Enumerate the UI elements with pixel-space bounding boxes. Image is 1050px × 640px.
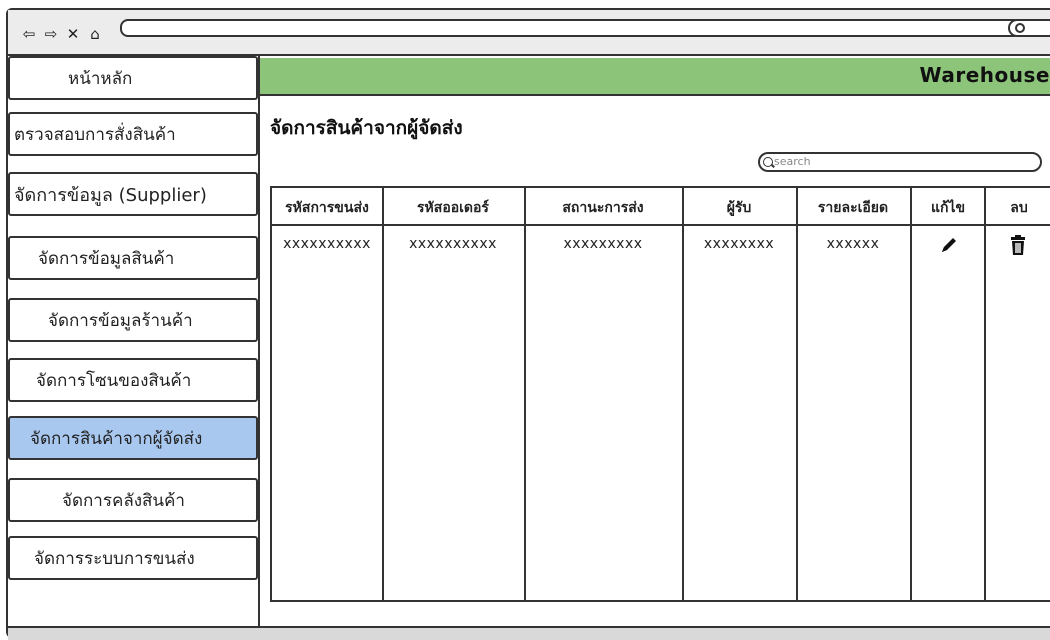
table-cell: xxxxxxxxxx: [283, 236, 371, 252]
table-cell: xxxxxxxxxx: [409, 236, 497, 252]
sidebar-item-label: จัดการโซนของสินค้า: [36, 370, 192, 391]
sidebar: หน้าหลัก ตรวจสอบการสั่งสินค้า จัดการข้อม…: [8, 56, 260, 626]
sidebar-item-label: จัดการสินค้าจากผู้จัดส่ง: [30, 428, 203, 449]
search-icon: [763, 157, 773, 167]
sidebar-item-supplier-goods[interactable]: จัดการสินค้าจากผู้จัดส่ง: [8, 416, 258, 460]
search-input[interactable]: search: [758, 152, 1042, 172]
sidebar-item-products[interactable]: จัดการข้อมูลสินค้า: [8, 236, 258, 280]
edit-pencil-icon[interactable]: [938, 234, 960, 256]
col-header-status: สถานะการส่ง: [562, 200, 644, 216]
search-placeholder: search: [774, 155, 811, 168]
table-cell: xxxxxx: [826, 236, 880, 252]
forward-icon[interactable]: ⇨: [42, 26, 60, 42]
search-toggle-icon[interactable]: [1008, 19, 1050, 37]
col-header-recipient: ผู้รับ: [726, 200, 752, 216]
sidebar-item-label: จัดการระบบการขนส่ง: [34, 548, 195, 569]
col-header-details: รายละเอียด: [817, 200, 889, 216]
home-icon[interactable]: ⌂: [86, 26, 104, 42]
nav-controls: ⇦ ⇨ ✕ ⌂: [20, 26, 104, 42]
col-header-order-code: รหัสออเดอร์: [417, 200, 489, 216]
table-cell: xxxxxxxxx: [563, 236, 643, 252]
sidebar-item-check-orders[interactable]: ตรวจสอบการสั่งสินค้า: [8, 112, 258, 156]
main-divider: [258, 56, 260, 626]
sidebar-item-label: จัดการข้อมูลสินค้า: [38, 248, 175, 269]
sidebar-item-stores[interactable]: จัดการข้อมูลร้านค้า: [8, 298, 258, 342]
trash-icon[interactable]: [1008, 234, 1028, 256]
sidebar-item-label: จัดการคลังสินค้า: [62, 490, 185, 511]
sidebar-item-home[interactable]: หน้าหลัก: [8, 56, 258, 100]
sidebar-item-label: จัดการข้อมูลร้านค้า: [48, 310, 193, 331]
sidebar-item-supplier[interactable]: จัดการข้อมูล (Supplier): [8, 172, 258, 216]
col-header-shipping-code: รหัสการขนส่ง: [285, 200, 369, 216]
sidebar-item-label: หน้าหลัก: [68, 68, 133, 89]
sidebar-item-shipping[interactable]: จัดการระบบการขนส่ง: [8, 536, 258, 580]
page-title: จัดการสินค้าจากผู้จัดส่ง: [270, 117, 463, 139]
sidebar-item-label: ตรวจสอบการสั่งสินค้า: [14, 124, 176, 145]
sidebar-item-warehouse[interactable]: จัดการคลังสินค้า: [8, 478, 258, 522]
col-header-edit: แก้ไข: [930, 200, 966, 216]
table-cell: xxxxxxxx: [703, 236, 775, 252]
url-bar[interactable]: [120, 19, 1022, 37]
data-table: รหัสการขนส่ง รหัสออเดอร์ สถานะการส่ง ผู้…: [270, 186, 1050, 602]
close-icon[interactable]: ✕: [64, 26, 82, 42]
col-header-delete: ลบ: [1010, 200, 1028, 216]
back-icon[interactable]: ⇦: [20, 26, 38, 42]
header-title: Warehouse: [919, 63, 1050, 87]
sidebar-item-zones[interactable]: จัดการโซนของสินค้า: [8, 358, 258, 402]
header-bar: Warehouse: [260, 58, 1050, 96]
sidebar-item-label: จัดการข้อมูล (Supplier): [14, 184, 207, 206]
